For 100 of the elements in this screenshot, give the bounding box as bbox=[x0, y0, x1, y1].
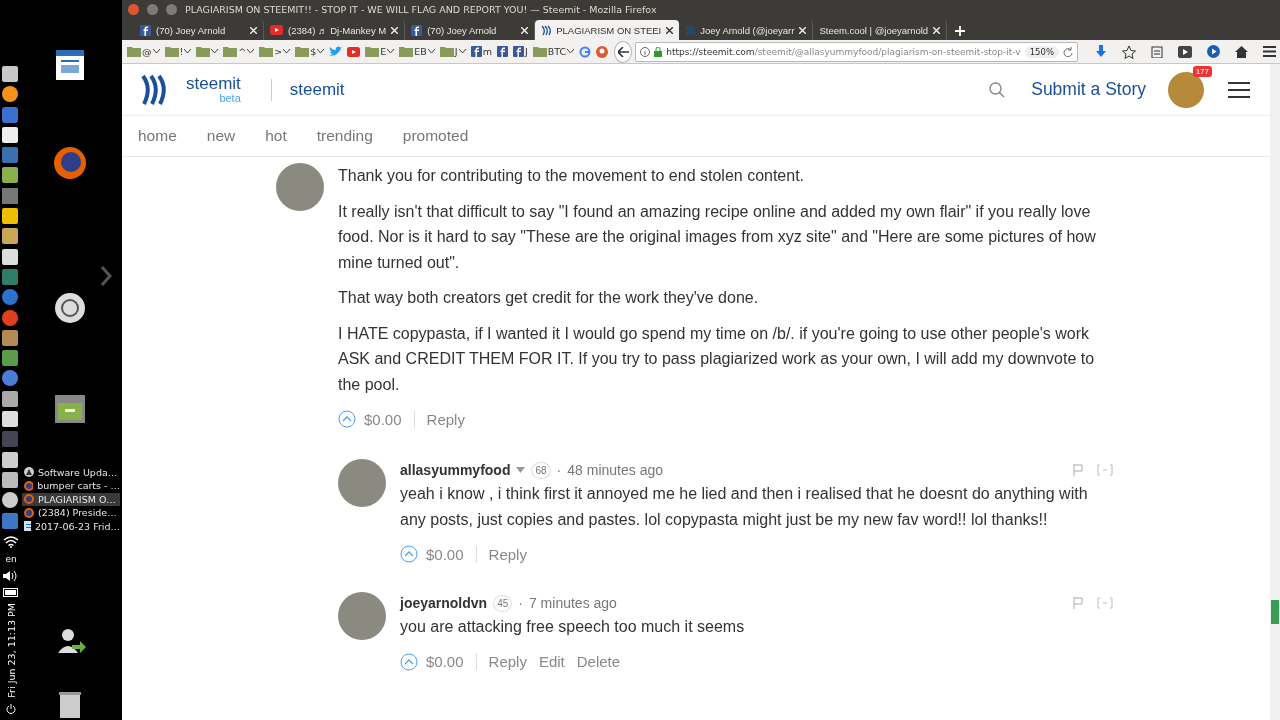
bookmark[interactable]: BTC bbox=[531, 43, 576, 60]
scrollbar-thumb[interactable] bbox=[1271, 600, 1279, 624]
caret-icon[interactable] bbox=[567, 49, 575, 54]
caret-icon[interactable] bbox=[283, 49, 291, 54]
window-list-item[interactable]: PLAGIARISM O… bbox=[22, 493, 120, 506]
nav-link[interactable]: promoted bbox=[402, 127, 469, 145]
bookmark[interactable]: m bbox=[469, 43, 493, 60]
launcher-app-icon[interactable] bbox=[2, 329, 18, 346]
avatar-photo-placeholder[interactable] bbox=[276, 163, 324, 211]
volume-icon[interactable] bbox=[3, 570, 19, 582]
bookmark[interactable] bbox=[495, 43, 509, 60]
launcher-app-icon[interactable] bbox=[2, 86, 18, 103]
launcher-app-icon[interactable] bbox=[2, 390, 18, 407]
launcher-app-icon[interactable] bbox=[2, 248, 18, 265]
youtube-icon[interactable] bbox=[1178, 45, 1192, 58]
upvote-icon[interactable] bbox=[338, 410, 356, 428]
comment-action-link[interactable]: Reply bbox=[426, 410, 465, 428]
bookmark[interactable]: > bbox=[258, 43, 292, 60]
launcher-app-icon[interactable] bbox=[2, 228, 18, 245]
launcher-app-icon[interactable] bbox=[2, 350, 18, 367]
payout-amount[interactable]: $0.00 bbox=[364, 410, 415, 428]
home-icon[interactable] bbox=[1235, 45, 1248, 58]
menu-icon[interactable] bbox=[1228, 80, 1250, 99]
download-icon[interactable] bbox=[1095, 44, 1107, 59]
launcher-app-icon[interactable] bbox=[2, 208, 18, 225]
close-window-button[interactable] bbox=[128, 3, 139, 15]
launcher-app-icon[interactable] bbox=[2, 126, 18, 143]
comment-time[interactable]: 48 minutes ago bbox=[567, 462, 663, 478]
document-icon[interactable] bbox=[56, 50, 84, 80]
launcher-app-icon[interactable] bbox=[2, 411, 18, 428]
bookmark[interactable]: ! bbox=[163, 43, 193, 60]
clipboard-icon[interactable] bbox=[1151, 45, 1163, 58]
url-field[interactable]: https://steemit.com/steemit/@allasyummyfood/plagiarism-on-steemit-stop-it-v 150% bbox=[635, 41, 1078, 62]
trash-icon[interactable] bbox=[59, 692, 81, 718]
launcher-app-icon[interactable] bbox=[2, 451, 18, 468]
battery-icon[interactable] bbox=[3, 588, 19, 597]
window-list-item[interactable]: bumper carts - … bbox=[22, 479, 120, 492]
menu-icon[interactable] bbox=[1263, 46, 1276, 57]
window-list-item[interactable]: (2384) Preside… bbox=[22, 506, 120, 519]
payout-amount[interactable]: $0.00 bbox=[426, 545, 477, 563]
bookmark[interactable]: $ bbox=[294, 43, 326, 60]
upvote-icon[interactable] bbox=[400, 652, 418, 671]
launcher-app-icon[interactable] bbox=[2, 471, 18, 488]
section-link[interactable]: steemit bbox=[289, 79, 345, 100]
bookmark[interactable]: ^ bbox=[222, 43, 256, 60]
star-icon[interactable] bbox=[1122, 44, 1136, 59]
firefox-icon[interactable] bbox=[54, 147, 86, 179]
avatar-photo-placeholder[interactable] bbox=[338, 592, 386, 640]
nav-link[interactable]: trending bbox=[316, 127, 373, 145]
nav-link[interactable]: hot bbox=[265, 127, 287, 145]
keyboard-layout[interactable]: en bbox=[5, 554, 17, 564]
launcher-app-icon[interactable] bbox=[2, 167, 18, 184]
file-cabinet-icon[interactable] bbox=[55, 395, 85, 423]
zoom-level[interactable]: 150% bbox=[1024, 45, 1059, 58]
bookmark[interactable]: J bbox=[438, 43, 467, 60]
comment-action-link[interactable]: Delete bbox=[576, 653, 621, 670]
bookmark[interactable] bbox=[595, 43, 610, 60]
wifi-icon[interactable] bbox=[3, 536, 19, 548]
browser-tab[interactable]: PLAGIARISM ON STEEI bbox=[535, 20, 680, 40]
payout-amount[interactable]: $0.00 bbox=[426, 653, 477, 670]
settings-icon[interactable] bbox=[55, 293, 85, 323]
comment-action-link[interactable]: Reply bbox=[488, 653, 527, 670]
search-icon[interactable] bbox=[989, 81, 1006, 98]
comment-action-link[interactable]: Reply bbox=[488, 545, 527, 563]
avatar-photo-placeholder[interactable] bbox=[338, 459, 386, 507]
power-icon[interactable] bbox=[6, 703, 16, 714]
close-tab-icon[interactable] bbox=[666, 26, 674, 34]
play-icon[interactable] bbox=[1207, 45, 1220, 58]
upvote-icon[interactable] bbox=[400, 545, 418, 563]
bookmark[interactable]: E bbox=[364, 43, 396, 60]
back-icon[interactable] bbox=[617, 46, 629, 57]
nav-link[interactable]: new bbox=[206, 127, 236, 145]
caret-icon[interactable] bbox=[387, 49, 395, 54]
comment-author[interactable]: joeyarnoldvn bbox=[400, 595, 488, 611]
caret-icon[interactable] bbox=[317, 49, 325, 54]
nav-link[interactable]: home bbox=[138, 127, 177, 145]
maximize-window-button[interactable] bbox=[166, 3, 177, 15]
comment-time[interactable]: 7 minutes ago bbox=[528, 595, 617, 611]
bookmark[interactable]: J bbox=[511, 43, 529, 60]
info-icon[interactable] bbox=[640, 46, 651, 57]
reload-icon[interactable] bbox=[1063, 46, 1073, 57]
clock[interactable]: Fri Jun 23, 11:13 PM bbox=[5, 603, 17, 698]
new-tab-icon[interactable] bbox=[955, 26, 966, 36]
caret-icon[interactable] bbox=[184, 49, 192, 54]
minimize-window-button[interactable] bbox=[147, 3, 158, 15]
caret-icon[interactable] bbox=[211, 49, 219, 54]
back-button[interactable] bbox=[614, 40, 633, 63]
comment-author[interactable]: allasyummyfood bbox=[400, 462, 511, 478]
caret-icon[interactable] bbox=[427, 49, 435, 54]
comment-action-link[interactable]: Edit bbox=[538, 653, 565, 670]
launcher-app-icon[interactable] bbox=[2, 492, 18, 509]
caret-icon[interactable] bbox=[152, 49, 160, 54]
submit-story-link[interactable]: Submit a Story bbox=[1031, 79, 1146, 100]
bookmark[interactable]: EB bbox=[398, 43, 436, 60]
caret-icon[interactable] bbox=[247, 49, 255, 54]
window-list-item[interactable]: 2017-06-23 Frid… bbox=[22, 520, 120, 533]
caret-icon[interactable] bbox=[458, 49, 466, 54]
window-list-item[interactable]: Software Upda… bbox=[22, 466, 120, 479]
brand-name[interactable]: steemit bbox=[186, 75, 241, 93]
bookmark[interactable]: @ bbox=[126, 43, 161, 60]
